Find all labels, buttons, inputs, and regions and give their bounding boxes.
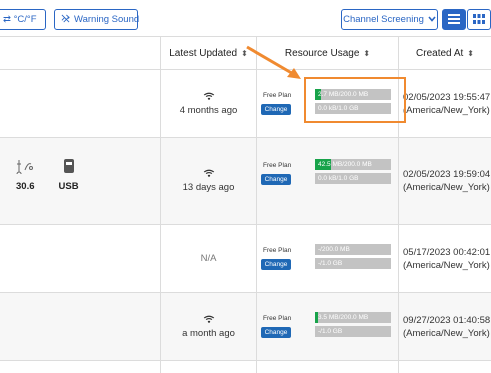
- updated-text: 4 months ago: [179, 104, 238, 116]
- grid-view-button[interactable]: [467, 9, 491, 30]
- plan-label: Free Plan: [263, 247, 292, 254]
- wifi-icon: [203, 92, 215, 102]
- wifi-icon: [203, 315, 215, 325]
- header-label: Created At: [416, 48, 464, 59]
- usage-cell: Free Plan Change 42.5 MB/200.0 MB 0.0 kB…: [256, 138, 398, 224]
- change-plan-button[interactable]: Change: [261, 104, 291, 115]
- created-timezone: (America/New_York): [403, 104, 490, 116]
- data-usage-bar: 3.5 MB/200.0 MB: [315, 312, 391, 323]
- list-view-icon: [448, 11, 460, 29]
- created-timezone: (America/New_York): [403, 259, 490, 271]
- header-latest-updated[interactable]: Latest Updated ⬍: [160, 37, 256, 70]
- list-view-button[interactable]: [442, 9, 466, 30]
- warning-sound-button[interactable]: Warning Sound: [54, 9, 140, 30]
- created-cell: 02/05/2023 19:55:47 (America/New_York): [398, 70, 491, 137]
- wifi-icon: [203, 169, 215, 179]
- toolbar: ⇄ °C/°F Warning Sound Channel Screening: [0, 0, 491, 36]
- created-date: 09/27/2023 01:40:58: [403, 314, 491, 326]
- header-label: Latest Updated: [169, 48, 238, 59]
- created-date: 02/05/2023 19:59:04: [403, 169, 491, 180]
- unit-toggle-label: ⇄ °C/°F: [3, 14, 37, 25]
- data-usage-bar: 42.5 MB/200.0 MB: [315, 159, 391, 170]
- updated-text: N/A: [200, 253, 217, 264]
- usage-text: -/1.0 GB: [318, 260, 343, 267]
- sensor-value: 30.6: [16, 181, 35, 192]
- usb-label: USB: [58, 181, 79, 192]
- table-row[interactable]: N/A Free Plan Change -/200.0 MB -/1.0 GB…: [0, 225, 491, 293]
- sort-icon: ⬍: [467, 49, 474, 58]
- channel-screening-dropdown[interactable]: Channel Screening: [341, 9, 438, 30]
- created-date: 02/05/2023 19:55:47: [403, 91, 491, 103]
- mute-icon: [61, 14, 70, 25]
- chevron-down-icon: [428, 14, 436, 25]
- usage-cell: Free Plan Change -/200.0 MB -/1.0 GB: [256, 225, 398, 292]
- usage-text: 42.5 MB/200.0 MB: [318, 161, 372, 168]
- arrow-annotation: [246, 45, 301, 79]
- plan-label: Free Plan: [263, 92, 292, 99]
- storage-usage-bar: -/1.0 GB: [315, 258, 391, 269]
- usb-icon: [63, 158, 75, 177]
- data-usage-bar: -/200.0 MB: [315, 244, 391, 255]
- created-cell: 09/27/2023 01:40:58 (America/New_York): [398, 293, 491, 360]
- updated-cell: 13 days ago: [160, 138, 256, 224]
- channel-screening-label: Channel Screening: [343, 14, 424, 25]
- table-row[interactable]: [0, 361, 491, 373]
- created-timezone: (America/New_York): [403, 327, 490, 339]
- usb-reading: USB: [59, 158, 79, 192]
- highlight-box: [304, 77, 406, 123]
- change-plan-button[interactable]: Change: [261, 327, 291, 338]
- storage-usage-bar: -/1.0 GB: [315, 326, 391, 337]
- usage-cell: [256, 361, 398, 373]
- updated-text: 13 days ago: [182, 182, 235, 193]
- grid-view-icon: [473, 11, 485, 29]
- updated-cell: [160, 361, 256, 373]
- table-row[interactable]: a month ago Free Plan Change 3.5 MB/200.…: [0, 293, 491, 361]
- usage-text: 0.0 kB/1.0 GB: [318, 175, 359, 182]
- plan-label: Free Plan: [263, 162, 292, 169]
- created-date: 05/17/2023 00:42:01: [403, 246, 491, 258]
- created-cell: [398, 361, 491, 373]
- usage-cell: Free Plan Change 3.5 MB/200.0 MB -/1.0 G…: [256, 293, 398, 360]
- usage-text: 3.5 MB/200.0 MB: [318, 314, 369, 321]
- updated-text: a month ago: [182, 327, 235, 339]
- device-readings: 30.6 USB: [16, 158, 79, 192]
- header-created-at[interactable]: Created At ⬍: [398, 37, 491, 70]
- created-timezone: (America/New_York): [403, 182, 490, 193]
- storage-usage-bar: 0.0 kB/1.0 GB: [315, 173, 391, 184]
- created-cell: 05/17/2023 00:42:01 (America/New_York): [398, 225, 491, 292]
- created-cell: 02/05/2023 19:59:04 (America/New_York): [398, 138, 491, 224]
- change-plan-button[interactable]: Change: [261, 259, 291, 270]
- warning-sound-label: Warning Sound: [74, 14, 140, 25]
- plan-label: Free Plan: [263, 315, 292, 322]
- updated-cell: N/A: [160, 225, 256, 292]
- sensor-reading: 30.6: [16, 158, 35, 192]
- table-row[interactable]: 30.6 USB 13 days ago Free Plan Change 42…: [0, 138, 491, 225]
- sensor-icon: [16, 158, 34, 177]
- updated-cell: 4 months ago: [160, 70, 256, 137]
- usage-text: -/1.0 GB: [318, 328, 343, 335]
- updated-cell: a month ago: [160, 293, 256, 360]
- unit-toggle-button[interactable]: ⇄ °C/°F: [0, 9, 46, 30]
- change-plan-button[interactable]: Change: [261, 174, 291, 185]
- usage-text: -/200.0 MB: [318, 246, 350, 253]
- sort-icon: ⬍: [363, 49, 371, 58]
